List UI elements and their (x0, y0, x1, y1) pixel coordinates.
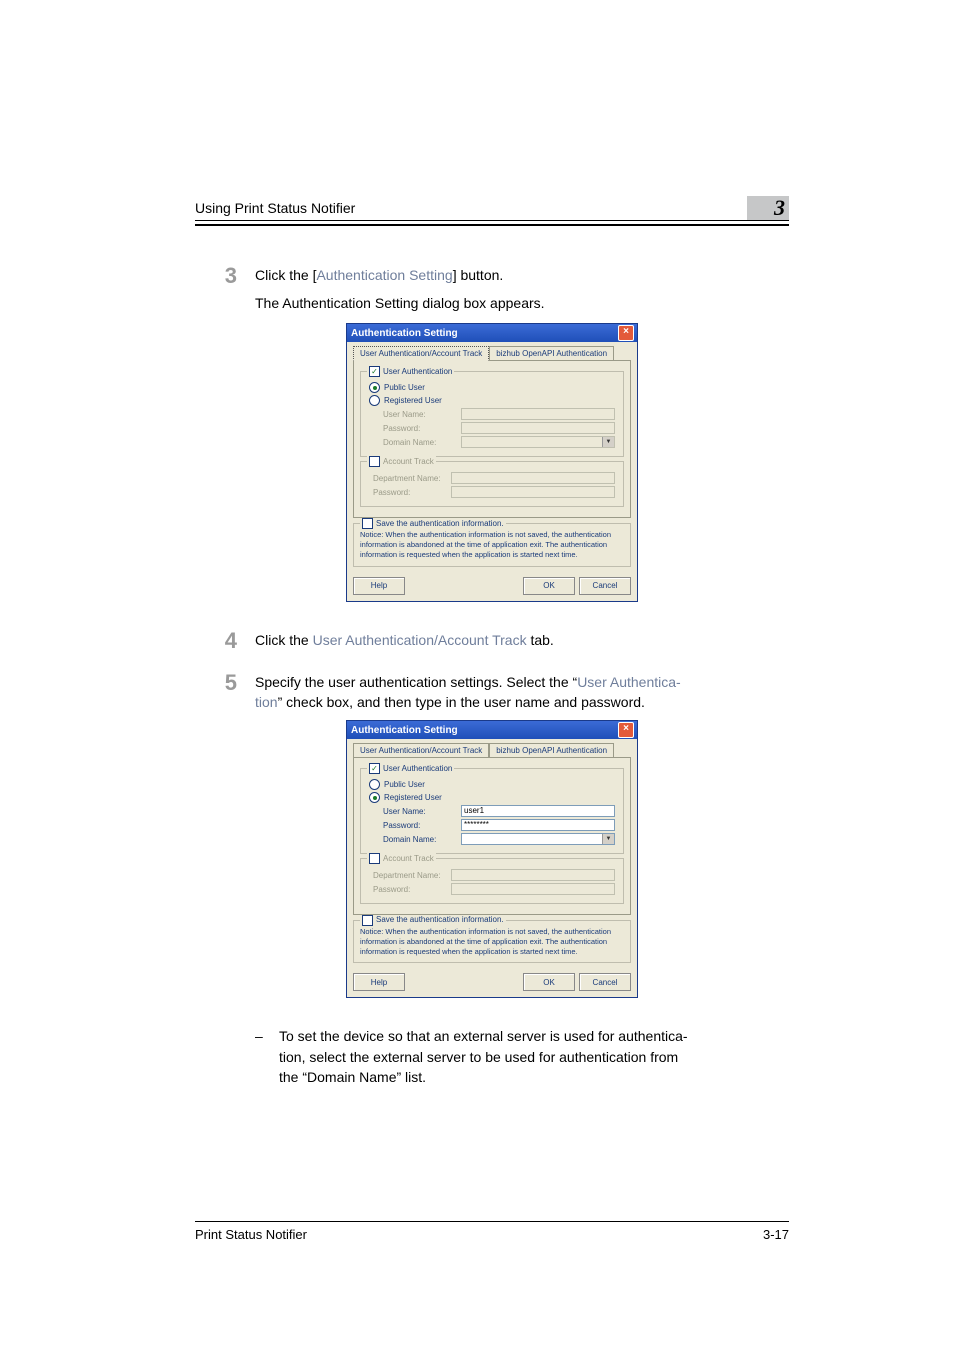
running-header: Using Print Status Notifier (195, 200, 355, 216)
password-field[interactable]: ******** (461, 819, 615, 831)
user-auth-label: User Authentication (383, 367, 452, 376)
domain-name-label: Domain Name: (383, 438, 461, 447)
user-auth-label: User Authentication (383, 764, 452, 773)
page-number: 3-17 (763, 1227, 789, 1242)
save-auth-group: Save the authentication information. Not… (353, 920, 631, 963)
registered-user-radio[interactable] (369, 395, 380, 406)
chapter-badge: 3 (747, 196, 789, 220)
user-name-field[interactable]: user1 (461, 805, 615, 817)
public-user-label: Public User (384, 383, 425, 392)
step-5: 5 Specify the user authentication settin… (195, 672, 789, 713)
save-auth-group: Save the authentication information. Not… (353, 523, 631, 566)
user-auth-group: User Authentication Public User Register… (360, 371, 624, 457)
user-auth-group: User Authentication Public User Register… (360, 768, 624, 854)
acct-password-label: Password: (373, 885, 451, 894)
close-icon[interactable]: × (618, 722, 634, 738)
step-4: 4 Click the User Authentication/Account … (195, 630, 789, 652)
registered-user-label: Registered User (384, 793, 442, 802)
domain-name-label: Domain Name: (383, 835, 461, 844)
step-3-sub: The Authentication Setting dialog box ap… (255, 293, 789, 313)
account-track-group: Account Track Department Name: Password: (360, 461, 624, 507)
dialog-titlebar: Authentication Setting × (347, 721, 637, 739)
registered-user-radio[interactable] (369, 792, 380, 803)
dialog-title: Authentication Setting (351, 725, 458, 736)
user-auth-checkbox[interactable] (369, 366, 380, 377)
dept-name-field[interactable] (451, 472, 615, 484)
dept-name-label: Department Name: (373, 871, 451, 880)
registered-user-label: Registered User (384, 396, 442, 405)
account-track-label: Account Track (383, 457, 434, 466)
user-name-label: User Name: (383, 807, 461, 816)
dept-name-label: Department Name: (373, 474, 451, 483)
save-auth-label: Save the authentication information. (376, 915, 504, 925)
step-3: 3 Click the [Authentication Setting] but… (195, 265, 789, 287)
tab-user-auth[interactable]: User Authentication/Account Track (353, 743, 489, 758)
chevron-down-icon: ▼ (602, 437, 614, 447)
step-text: Click the User Authentication/Account Tr… (255, 630, 789, 650)
step-text: Specify the user authentication settings… (255, 672, 789, 713)
close-icon[interactable]: × (618, 325, 634, 341)
domain-name-combo[interactable]: ▼ (461, 436, 615, 448)
notice-text: Notice: When the authentication informat… (360, 530, 624, 559)
help-button[interactable]: Help (353, 577, 405, 595)
tab-user-auth[interactable]: User Authentication/Account Track (353, 346, 489, 361)
save-auth-checkbox[interactable] (362, 915, 373, 926)
header-rule (195, 220, 789, 226)
user-auth-checkbox[interactable] (369, 763, 380, 774)
save-auth-label: Save the authentication information. (376, 519, 504, 529)
cancel-button[interactable]: Cancel (579, 577, 631, 595)
step-text: Click the [Authentication Setting] butto… (255, 265, 789, 285)
footer-rule (195, 1221, 789, 1222)
cancel-button[interactable]: Cancel (579, 973, 631, 991)
account-track-checkbox[interactable] (369, 853, 380, 864)
ok-button[interactable]: OK (523, 577, 575, 595)
acct-password-label: Password: (373, 488, 451, 497)
user-name-field[interactable] (461, 408, 615, 420)
account-track-label: Account Track (383, 854, 434, 863)
domain-name-combo[interactable]: ▼ (461, 833, 615, 845)
save-auth-checkbox[interactable] (362, 518, 373, 529)
acct-password-field[interactable] (451, 883, 615, 895)
auth-dialog-1: Authentication Setting × User Authentica… (346, 323, 638, 601)
password-label: Password: (383, 821, 461, 830)
step-number: 5 (195, 672, 255, 694)
ok-button[interactable]: OK (523, 973, 575, 991)
tab-openapi-auth[interactable]: bizhub OpenAPI Authentication (489, 346, 614, 361)
password-label: Password: (383, 424, 461, 433)
tab-openapi-auth[interactable]: bizhub OpenAPI Authentication (489, 743, 614, 758)
dept-name-field[interactable] (451, 869, 615, 881)
dialog-title: Authentication Setting (351, 328, 458, 339)
dialog-titlebar: Authentication Setting × (347, 324, 637, 342)
chevron-down-icon: ▼ (602, 834, 614, 844)
account-track-group: Account Track Department Name: Password: (360, 858, 624, 904)
acct-password-field[interactable] (451, 486, 615, 498)
step-5-bullet: – To set the device so that an external … (255, 1026, 789, 1087)
notice-text: Notice: When the authentication informat… (360, 927, 624, 956)
help-button[interactable]: Help (353, 973, 405, 991)
password-field[interactable] (461, 422, 615, 434)
account-track-checkbox[interactable] (369, 456, 380, 467)
footer-title: Print Status Notifier (195, 1227, 307, 1242)
user-name-label: User Name: (383, 410, 461, 419)
step-number: 4 (195, 630, 255, 652)
step-number: 3 (195, 265, 255, 287)
auth-dialog-2: Authentication Setting × User Authentica… (346, 720, 638, 998)
public-user-radio[interactable] (369, 382, 380, 393)
public-user-radio[interactable] (369, 779, 380, 790)
public-user-label: Public User (384, 780, 425, 789)
